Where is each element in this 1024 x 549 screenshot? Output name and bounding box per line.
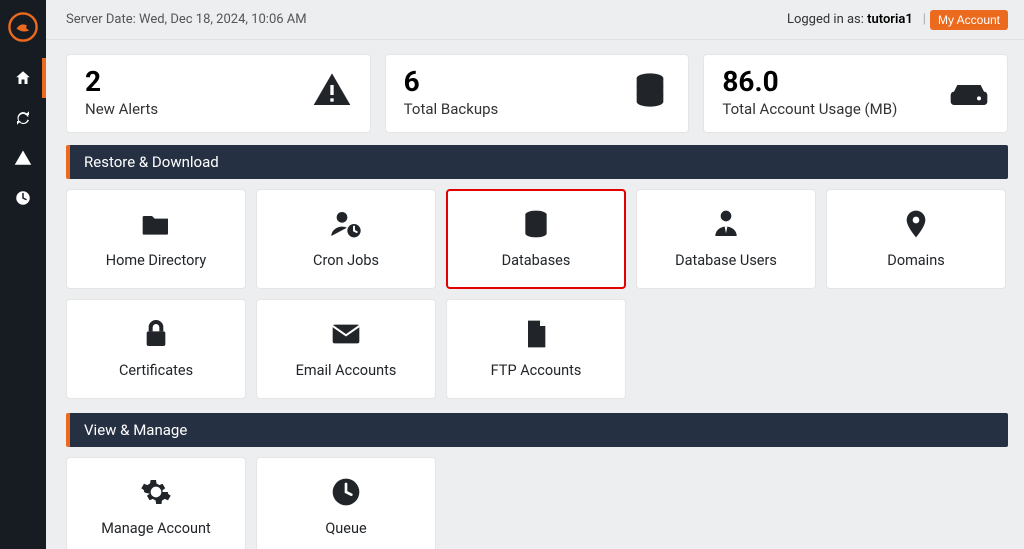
tile-email-accounts[interactable]: Email Accounts	[256, 299, 436, 399]
lock-icon	[140, 318, 172, 354]
tile-queue[interactable]: Queue	[256, 457, 436, 549]
main-content: 2 New Alerts 6 Total Backups 86.0 Total …	[46, 40, 1024, 549]
server-date: Server Date: Wed, Dec 18, 2024, 10:06 AM	[66, 12, 307, 27]
harddrive-icon	[949, 70, 989, 114]
tile-home-directory[interactable]: Home Directory	[66, 189, 246, 289]
logo-icon	[7, 11, 39, 43]
business-user-icon	[710, 208, 742, 244]
view-tiles: Manage Account Queue	[66, 457, 1008, 549]
sidebar	[0, 0, 46, 549]
stat-alerts-value: 2	[85, 67, 158, 98]
refresh-icon	[14, 109, 32, 127]
nav-clock[interactable]	[0, 178, 46, 218]
alert-triangle-icon	[312, 70, 352, 114]
nav-home[interactable]	[0, 58, 46, 98]
stat-backups[interactable]: 6 Total Backups	[385, 54, 690, 133]
nav-refresh[interactable]	[0, 98, 46, 138]
section-view-header: View & Manage	[66, 413, 1008, 447]
tile-domains[interactable]: Domains	[826, 189, 1006, 289]
clock-icon	[330, 476, 362, 512]
alert-triangle-icon	[14, 149, 32, 167]
tile-ftp-accounts[interactable]: FTP Accounts	[446, 299, 626, 399]
file-icon	[520, 318, 552, 354]
stat-backups-value: 6	[404, 67, 499, 98]
nav-alerts[interactable]	[0, 138, 46, 178]
user-clock-icon	[330, 208, 362, 244]
gear-icon	[140, 476, 172, 512]
stat-backups-label: Total Backups	[404, 100, 499, 118]
stat-usage-value: 86.0	[722, 67, 897, 98]
stat-usage[interactable]: 86.0 Total Account Usage (MB)	[703, 54, 1008, 133]
stat-alerts-label: New Alerts	[85, 100, 158, 118]
database-icon	[520, 208, 552, 244]
stat-usage-label: Total Account Usage (MB)	[722, 100, 897, 118]
stat-alerts[interactable]: 2 New Alerts	[66, 54, 371, 133]
tile-cron-jobs[interactable]: Cron Jobs	[256, 189, 436, 289]
section-restore-header: Restore & Download	[66, 145, 1008, 179]
tile-manage-account[interactable]: Manage Account	[66, 457, 246, 549]
username: tutoria1	[867, 12, 913, 27]
topbar: Server Date: Wed, Dec 18, 2024, 10:06 AM…	[46, 0, 1024, 40]
clock-icon	[14, 189, 32, 207]
my-account-button[interactable]: My Account	[930, 10, 1008, 30]
tile-databases[interactable]: Databases	[446, 189, 626, 289]
folder-icon	[140, 208, 172, 244]
tile-certificates[interactable]: Certificates	[66, 299, 246, 399]
stats-row: 2 New Alerts 6 Total Backups 86.0 Total …	[66, 54, 1008, 133]
home-icon	[14, 69, 32, 87]
logged-in-label: Logged in as: tutoria1	[787, 12, 913, 27]
map-pin-icon	[900, 208, 932, 244]
restore-tiles: Home Directory Cron Jobs Databases Datab…	[66, 189, 1008, 399]
database-icon	[630, 70, 670, 114]
envelope-icon	[330, 318, 362, 354]
logo	[0, 4, 46, 50]
tile-database-users[interactable]: Database Users	[636, 189, 816, 289]
